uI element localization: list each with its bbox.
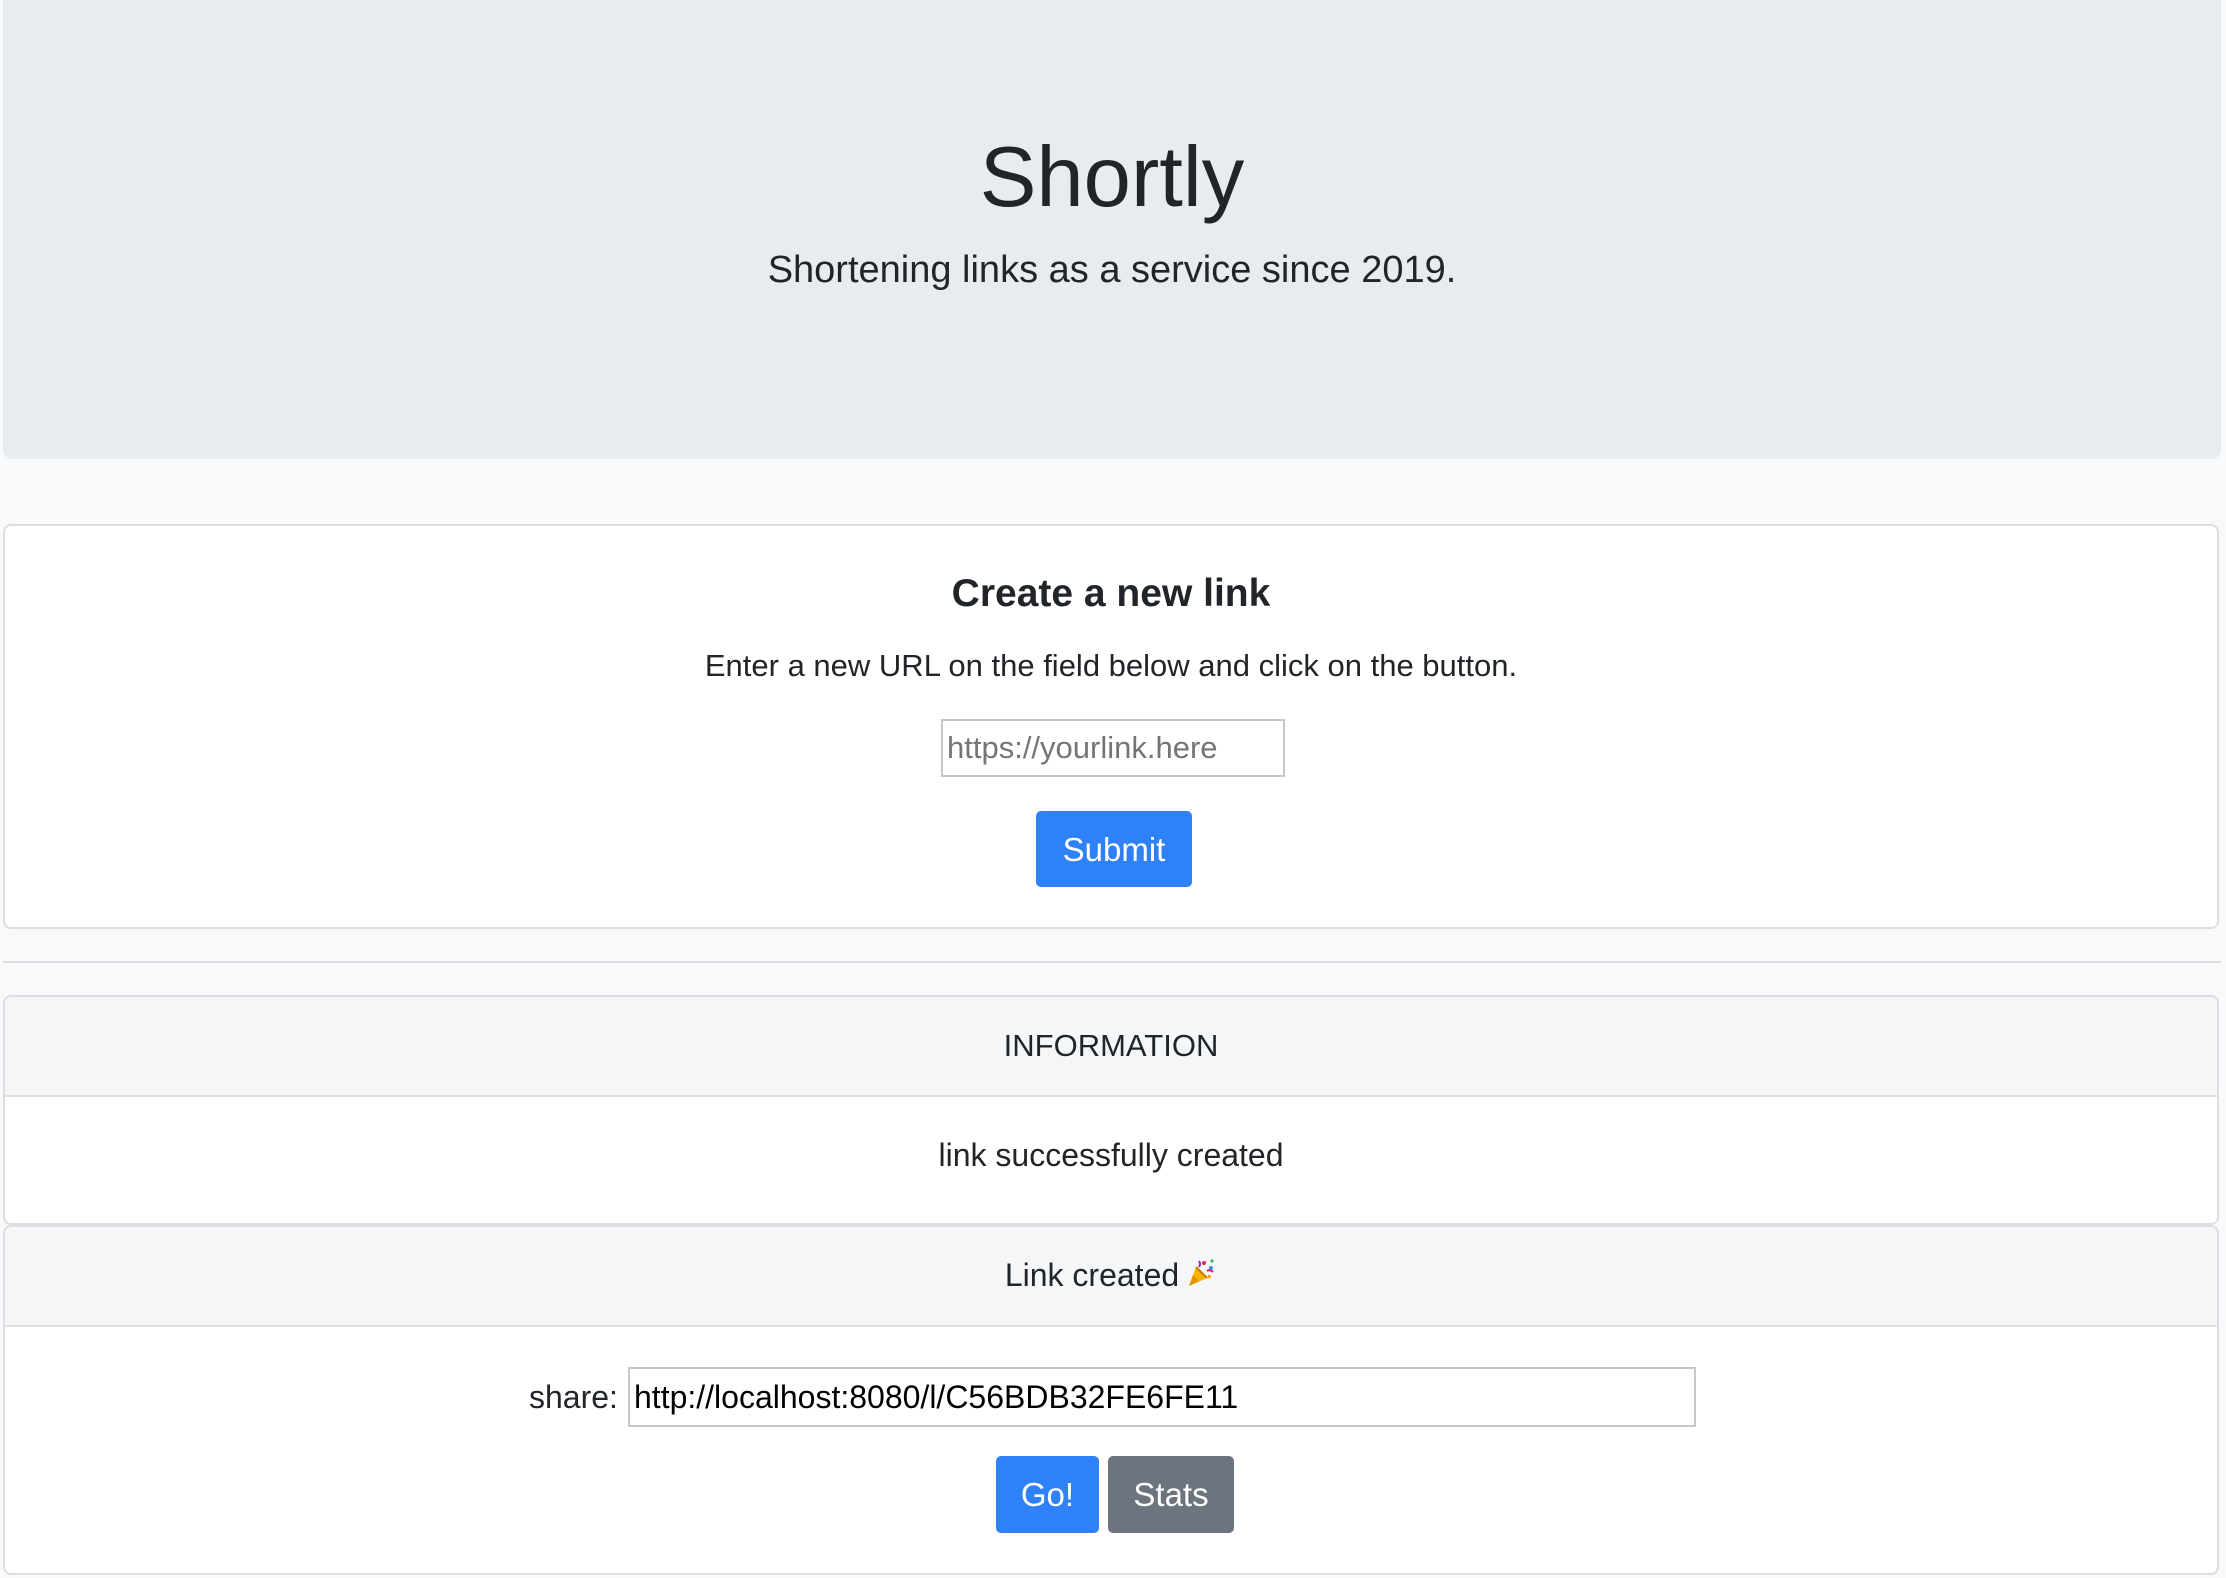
share-label: share: [529, 1379, 618, 1415]
link-created-header: Link created [5, 1227, 2217, 1327]
url-input[interactable] [941, 719, 1285, 777]
information-message: link successfully created [938, 1137, 1284, 1173]
information-card: INFORMATION link successfully created [3, 995, 2219, 1225]
site-tagline: Shortening links as a service since 2019… [767, 249, 1457, 291]
party-popper-icon [1185, 1230, 1217, 1286]
site-title: Shortly [979, 130, 1245, 225]
create-link-instructions: Enter a new URL on the field below and c… [704, 648, 1518, 683]
go-button[interactable]: Go! [996, 1456, 1099, 1533]
create-link-card: Create a new link Enter a new URL on the… [3, 524, 2219, 929]
share-row: share: [5, 1367, 2217, 1427]
submit-button[interactable]: Submit [1036, 811, 1192, 887]
create-link-heading: Create a new link [951, 572, 1271, 615]
share-url-field[interactable] [628, 1367, 1696, 1427]
hero-banner: Shortly Shortening links as a service si… [3, 0, 2221, 459]
link-created-title: Link created [1004, 1257, 1180, 1293]
section-divider [3, 961, 2221, 963]
stats-button[interactable]: Stats [1108, 1456, 1234, 1533]
information-header: INFORMATION [5, 997, 2217, 1097]
link-created-card: Link created share: Go! Stats [3, 1225, 2219, 1575]
